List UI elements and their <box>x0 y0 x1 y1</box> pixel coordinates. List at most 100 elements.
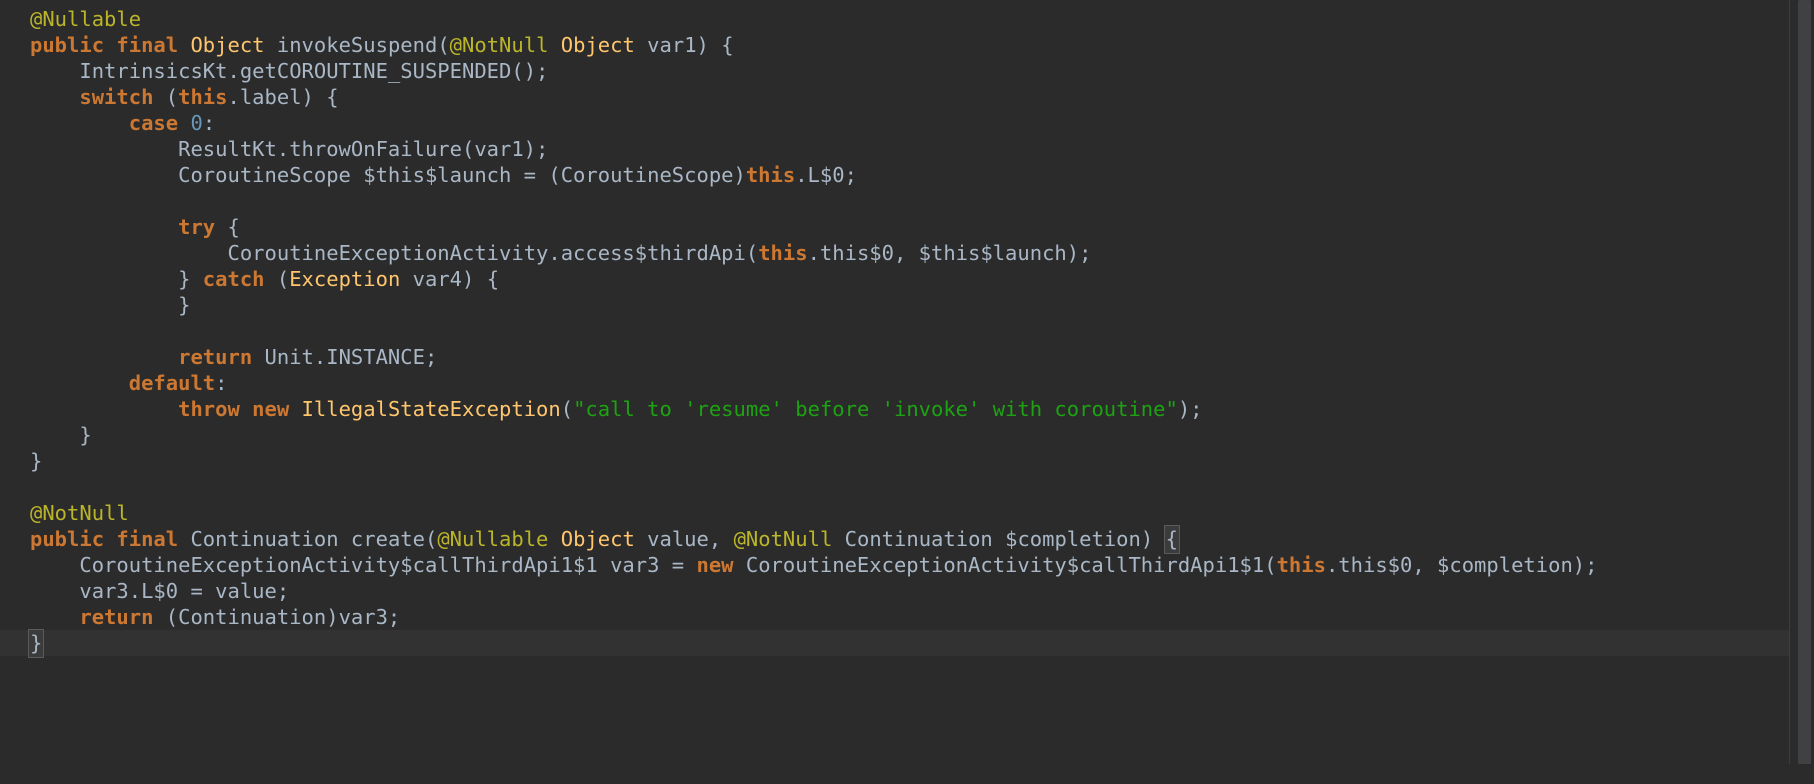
code-line[interactable]: } <box>0 422 1790 448</box>
line-indent <box>30 293 178 317</box>
code-token-plain <box>178 111 190 135</box>
code-line[interactable]: } <box>0 630 1790 656</box>
code-line[interactable]: var3.L$0 = value; <box>0 578 1790 604</box>
code-token-plain: } <box>178 293 190 317</box>
code-token-keyword: public <box>30 33 104 57</box>
code-token-class: Object <box>561 33 635 57</box>
line-indent <box>30 111 129 135</box>
code-line[interactable]: return Unit.INSTANCE; <box>0 344 1790 370</box>
code-token-plain: CoroutineExceptionActivity$callThirdApi1… <box>79 553 696 577</box>
code-line[interactable]: case 0: <box>0 110 1790 136</box>
code-token-plain: ResultKt.throwOnFailure(var1); <box>178 137 548 161</box>
code-line[interactable]: throw new IllegalStateException("call to… <box>0 396 1790 422</box>
code-line[interactable]: CoroutineExceptionActivity$callThirdApi1… <box>0 552 1790 578</box>
code-token-plain: .this$0, $completion); <box>1326 553 1598 577</box>
code-token-keyword: try <box>178 215 215 239</box>
code-token-plain: (Continuation)var3; <box>153 605 400 629</box>
code-token-plain: value, <box>635 527 734 551</box>
code-token-plain: CoroutineExceptionActivity.access$thirdA… <box>227 241 758 265</box>
code-token-plain: ); <box>1178 397 1203 421</box>
code-token-keyword: final <box>116 33 178 57</box>
code-surface[interactable]: @Nullablepublic final Object invokeSuspe… <box>0 0 1790 784</box>
code-line[interactable] <box>0 318 1790 344</box>
code-token-keyword: this <box>178 85 227 109</box>
line-indent <box>30 605 79 629</box>
line-indent <box>30 423 79 447</box>
code-token-plain: IntrinsicsKt.getCOROUTINE_SUSPENDED(); <box>79 59 548 83</box>
code-token-plain: var4) { <box>400 267 499 291</box>
code-token-plain <box>104 527 116 551</box>
code-line[interactable] <box>0 188 1790 214</box>
line-indent <box>30 579 79 603</box>
code-line[interactable]: } catch (Exception var4) { <box>0 266 1790 292</box>
line-indent <box>30 59 79 83</box>
code-token-plain: ( <box>153 85 178 109</box>
brace-match-token: { <box>1165 526 1179 553</box>
code-line[interactable]: switch (this.label) { <box>0 84 1790 110</box>
code-token-plain: ( <box>265 267 290 291</box>
code-line[interactable]: public final Continuation create(@Nullab… <box>0 526 1790 552</box>
code-token-plain: CoroutineScope $this$launch = (Coroutine… <box>178 163 746 187</box>
code-token-plain: : <box>203 111 215 135</box>
vertical-scrollbar[interactable] <box>1789 0 1814 784</box>
code-line[interactable]: default: <box>0 370 1790 396</box>
line-indent <box>30 267 178 291</box>
line-indent <box>30 85 79 109</box>
code-token-plain <box>289 397 301 421</box>
code-token-keyword: catch <box>203 267 265 291</box>
code-line[interactable]: public final Object invokeSuspend(@NotNu… <box>0 32 1790 58</box>
code-token-plain: invokeSuspend( <box>265 33 450 57</box>
code-line[interactable] <box>0 474 1790 500</box>
code-token-keyword: case <box>129 111 178 135</box>
code-token-class: Object <box>561 527 635 551</box>
line-indent <box>30 345 178 369</box>
code-token-plain: } <box>178 267 203 291</box>
code-token-keyword: switch <box>79 85 153 109</box>
code-token-plain: ( <box>561 397 573 421</box>
code-token-plain: CoroutineExceptionActivity$callThirdApi1… <box>734 553 1277 577</box>
line-indent <box>30 163 178 187</box>
code-token-number: 0 <box>190 111 202 135</box>
line-indent <box>30 371 129 395</box>
code-token-class: IllegalStateException <box>302 397 561 421</box>
code-token-class: Object <box>190 33 264 57</box>
code-token-keyword: return <box>79 605 153 629</box>
code-token-plain: var3.L$0 = value; <box>79 579 289 603</box>
code-token-keyword: new <box>252 397 289 421</box>
code-token-plain: Continuation $completion) <box>832 527 1165 551</box>
code-token-annotation: @NotNull <box>734 527 833 551</box>
brace-match-token: } <box>29 630 43 657</box>
code-editor[interactable]: @Nullablepublic final Object invokeSuspe… <box>0 0 1814 784</box>
code-token-plain: Unit.INSTANCE; <box>252 345 437 369</box>
code-token-annotation: @Nullable <box>30 7 141 31</box>
code-token-plain: .L$0; <box>795 163 857 187</box>
code-token-class: Exception <box>289 267 400 291</box>
editor-bottom-strip <box>0 764 1814 784</box>
code-line[interactable]: } <box>0 292 1790 318</box>
code-token-plain: Continuation create( <box>178 527 437 551</box>
code-token-keyword: default <box>129 371 215 395</box>
code-token-plain <box>240 397 252 421</box>
line-indent <box>30 241 227 265</box>
code-token-plain <box>104 33 116 57</box>
code-line[interactable]: return (Continuation)var3; <box>0 604 1790 630</box>
code-token-annotation: @NotNull <box>450 33 549 57</box>
code-token-plain <box>548 527 560 551</box>
code-line[interactable]: try { <box>0 214 1790 240</box>
code-token-plain: } <box>30 449 42 473</box>
line-indent <box>30 553 79 577</box>
code-line[interactable]: IntrinsicsKt.getCOROUTINE_SUSPENDED(); <box>0 58 1790 84</box>
code-line[interactable]: ResultKt.throwOnFailure(var1); <box>0 136 1790 162</box>
code-token-keyword: public <box>30 527 104 551</box>
code-line[interactable]: @NotNull <box>0 500 1790 526</box>
code-token-keyword: this <box>758 241 807 265</box>
code-token-keyword: final <box>116 527 178 551</box>
code-line[interactable]: CoroutineScope $this$launch = (Coroutine… <box>0 162 1790 188</box>
code-line[interactable]: CoroutineExceptionActivity.access$thirdA… <box>0 240 1790 266</box>
code-token-plain: .label) { <box>228 85 339 109</box>
code-token-keyword: return <box>178 345 252 369</box>
code-token-plain: var1) { <box>635 33 734 57</box>
code-line[interactable]: } <box>0 448 1790 474</box>
code-line[interactable]: @Nullable <box>0 6 1790 32</box>
vertical-scrollbar-thumb[interactable] <box>1798 0 1811 770</box>
